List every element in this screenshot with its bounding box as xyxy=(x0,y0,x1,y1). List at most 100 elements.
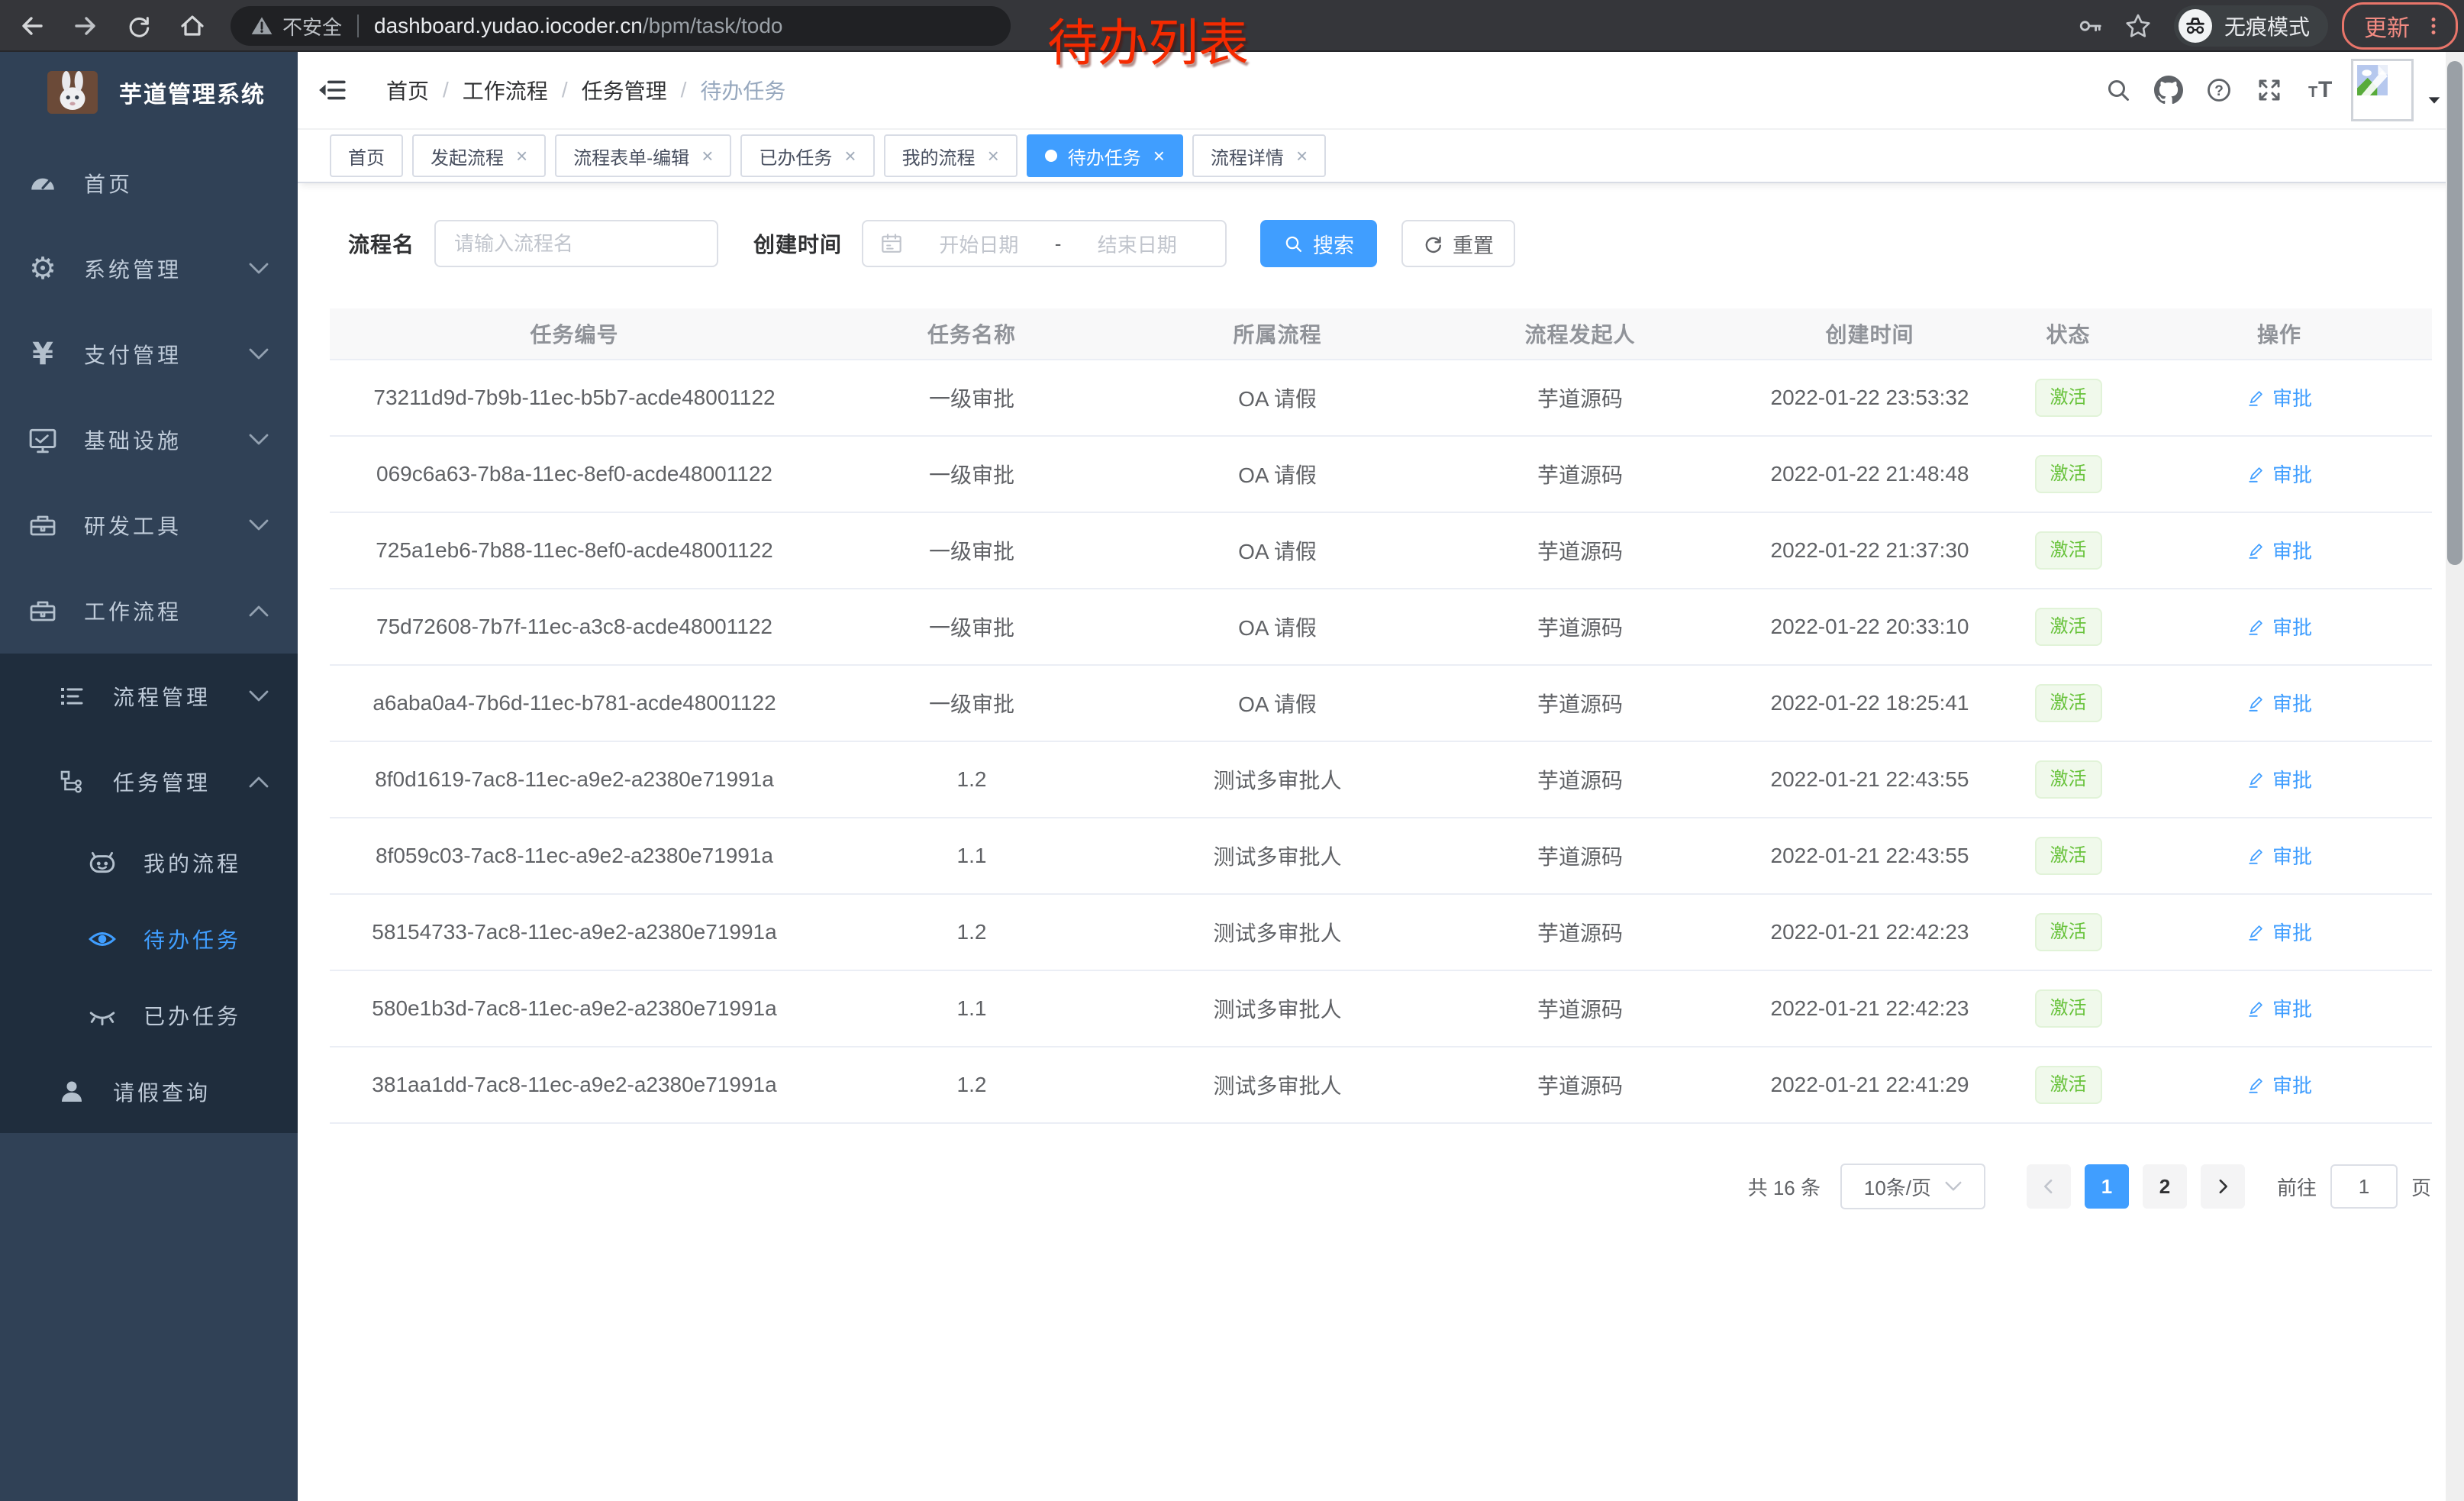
approve-link[interactable]: 审批 xyxy=(2246,765,2312,793)
browser-menu-icon[interactable] xyxy=(2420,13,2446,39)
browser-update-button[interactable]: 更新 xyxy=(2342,2,2458,50)
chevron-down-icon xyxy=(249,263,269,275)
filter-bar: 流程名 创建时间 开始日期 - 结束日期 搜索 重置 xyxy=(298,183,2464,267)
starter-cell: 芋道源码 xyxy=(1430,894,1730,970)
tab-close-icon[interactable]: × xyxy=(701,146,713,166)
tab-home[interactable]: 首页 xyxy=(330,134,403,177)
sidebar-item-workflow[interactable]: 工作流程 xyxy=(0,568,298,654)
eye-closed-icon xyxy=(85,1001,119,1030)
start-date-placeholder: 开始日期 xyxy=(908,230,1050,258)
tab-close-icon[interactable]: × xyxy=(988,146,999,166)
tab-process-detail[interactable]: 流程详情× xyxy=(1192,134,1326,177)
approve-link[interactable]: 审批 xyxy=(2246,689,2312,717)
approve-link[interactable]: 审批 xyxy=(2246,918,2312,946)
process-cell: OA 请假 xyxy=(1124,589,1430,665)
create-time-cell: 2022-01-21 22:43:55 xyxy=(1730,818,2010,894)
browser-reload-button[interactable] xyxy=(118,5,160,47)
date-range-input[interactable]: 开始日期 - 结束日期 xyxy=(862,220,1227,267)
starter-cell: 芋道源码 xyxy=(1430,1047,1730,1123)
prev-page-button[interactable] xyxy=(2027,1164,2071,1209)
breadcrumb-home[interactable]: 首页 xyxy=(386,75,429,105)
sidebar-item-my-process[interactable]: 我的流程 xyxy=(0,825,298,901)
page-button-1[interactable]: 1 xyxy=(2085,1164,2129,1209)
browser-chrome: 不安全 dashboard.yudao.iocoder.cn/bpm/task/… xyxy=(0,0,2464,52)
pen-icon xyxy=(2246,616,2266,636)
sidebar-item-done-tasks[interactable]: 已办任务 xyxy=(0,977,298,1054)
sidebar-item-leave-query[interactable]: 请假查询 xyxy=(0,1054,298,1130)
tags-view-bar: 首页 发起流程× 流程表单-编辑× 已办任务× 我的流程× 待办任务× 流程详情… xyxy=(298,130,2464,183)
pen-icon xyxy=(2246,692,2266,712)
process-name-input[interactable] xyxy=(434,220,718,267)
chevron-up-icon xyxy=(249,776,269,788)
browser-back-button[interactable] xyxy=(11,5,53,47)
tab-close-icon[interactable]: × xyxy=(1296,146,1308,166)
not-secure-label: 不安全 xyxy=(282,12,342,40)
reset-button[interactable]: 重置 xyxy=(1401,220,1515,267)
search-button[interactable]: 搜索 xyxy=(1260,220,1377,267)
col-task-id: 任务编号 xyxy=(330,308,819,360)
scrollbar-thumb[interactable] xyxy=(2447,61,2462,565)
browser-home-button[interactable] xyxy=(171,5,214,47)
breadcrumb-workflow[interactable]: 工作流程 xyxy=(463,75,548,105)
status-cell: 激活 xyxy=(2010,970,2127,1047)
page-size-select[interactable]: 10条/页 xyxy=(1840,1164,1985,1209)
approve-link[interactable]: 审批 xyxy=(2246,612,2312,641)
approve-link[interactable]: 审批 xyxy=(2246,383,2312,412)
next-page-button[interactable] xyxy=(2201,1164,2245,1209)
password-key-icon[interactable] xyxy=(2070,5,2111,47)
sidebar-item-infrastructure[interactable]: 基础设施 xyxy=(0,397,298,483)
avatar-caret-icon[interactable] xyxy=(2426,92,2443,108)
search-icon[interactable] xyxy=(2093,65,2143,115)
breadcrumb: 首页 / 工作流程 / 任务管理 / 待办任务 xyxy=(386,75,785,105)
screen: 不安全 dashboard.yudao.iocoder.cn/bpm/task/… xyxy=(0,0,2464,1501)
approve-link[interactable]: 审批 xyxy=(2246,460,2312,488)
approve-link[interactable]: 审批 xyxy=(2246,841,2312,870)
tab-close-icon[interactable]: × xyxy=(844,146,856,166)
search-icon xyxy=(1283,234,1304,254)
tab-my-process[interactable]: 我的流程× xyxy=(884,134,1018,177)
fullscreen-icon[interactable] xyxy=(2244,65,2295,115)
sidebar-item-payment-management[interactable]: ¥ 支付管理 xyxy=(0,311,298,397)
tab-start-process[interactable]: 发起流程× xyxy=(412,134,546,177)
process-name-label: 流程名 xyxy=(348,228,414,259)
sidebar-item-dev-tools[interactable]: 研发工具 xyxy=(0,483,298,568)
tab-todo-tasks[interactable]: 待办任务× xyxy=(1027,134,1183,177)
approve-link[interactable]: 审批 xyxy=(2246,536,2312,564)
avatar[interactable] xyxy=(2351,59,2414,121)
pen-icon xyxy=(2246,998,2266,1018)
sidebar-item-home[interactable]: 首页 xyxy=(0,140,298,226)
task-id-cell: 725a1eb6-7b88-11ec-8ef0-acde48001122 xyxy=(330,512,819,589)
approve-link[interactable]: 审批 xyxy=(2246,994,2312,1022)
help-icon[interactable] xyxy=(2194,65,2244,115)
sidebar-fold-icon[interactable] xyxy=(318,76,347,105)
approve-link[interactable]: 审批 xyxy=(2246,1070,2312,1099)
process-cell: OA 请假 xyxy=(1124,665,1430,741)
tab-close-icon[interactable]: × xyxy=(1153,146,1165,166)
sidebar: 芋道管理系统 首页 ⚙ 系统管理 ¥ 支付管理 基础设施 xyxy=(0,52,298,1501)
sidebar-item-process-management[interactable]: 流程管理 xyxy=(0,654,298,739)
github-icon[interactable] xyxy=(2143,65,2194,115)
bookmark-star-icon[interactable] xyxy=(2117,5,2159,47)
tab-close-icon[interactable]: × xyxy=(516,146,527,166)
task-id-cell: 381aa1dd-7ac8-11ec-a9e2-a2380e71991a xyxy=(330,1047,819,1123)
page-scrollbar[interactable] xyxy=(2446,52,2464,1501)
browser-forward-button[interactable] xyxy=(64,5,107,47)
breadcrumb-task-management[interactable]: 任务管理 xyxy=(582,75,667,105)
robot-icon xyxy=(85,848,119,877)
page-button-2[interactable]: 2 xyxy=(2143,1164,2187,1209)
incognito-badge[interactable]: 无痕模式 xyxy=(2174,5,2328,47)
pen-icon xyxy=(2246,540,2266,560)
url-host: dashboard.yudao.iocoder.cn xyxy=(374,14,643,37)
refresh-icon xyxy=(1423,234,1443,254)
font-size-icon[interactable] xyxy=(2295,65,2345,115)
pagination: 共 16 条 10条/页 1 2 前往 页 xyxy=(298,1164,2432,1209)
tab-process-form-edit[interactable]: 流程表单-编辑× xyxy=(555,134,731,177)
sidebar-item-todo-tasks[interactable]: 待办任务 xyxy=(0,901,298,977)
pagination-total: 共 16 条 xyxy=(1748,1173,1821,1201)
sidebar-item-system-management[interactable]: ⚙ 系统管理 xyxy=(0,226,298,311)
address-bar[interactable]: 不安全 dashboard.yudao.iocoder.cn/bpm/task/… xyxy=(231,6,1011,46)
tab-done-tasks[interactable]: 已办任务× xyxy=(740,134,874,177)
sidebar-item-task-management[interactable]: 任务管理 xyxy=(0,739,298,825)
goto-page-input[interactable] xyxy=(2330,1164,2398,1209)
update-label: 更新 xyxy=(2364,9,2410,43)
